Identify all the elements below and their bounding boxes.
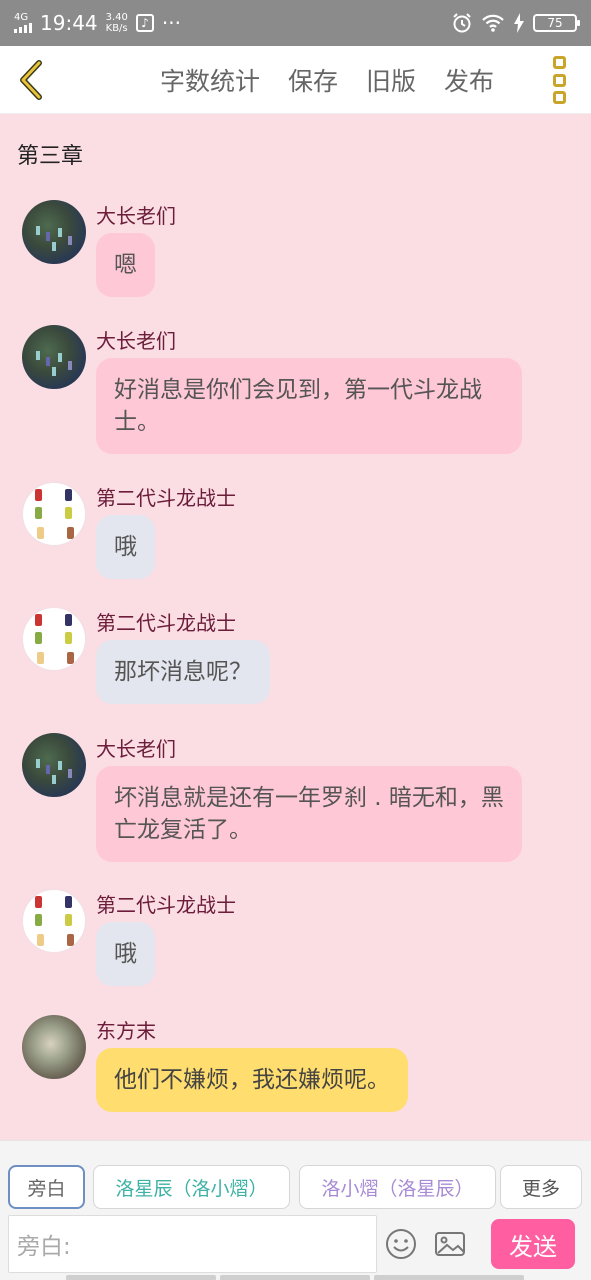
sender-name: 大长老们 bbox=[96, 329, 176, 353]
input-panel: 旁白 洛星辰（洛小熠） 洛小熠（洛星辰） 更多 旁白: 发送 bbox=[0, 1140, 591, 1280]
network-indicator: 4G bbox=[14, 13, 32, 33]
save-button[interactable]: 保存 bbox=[288, 62, 338, 98]
battery-icon: 75 bbox=[533, 14, 580, 32]
avatar[interactable] bbox=[22, 607, 86, 671]
scroll-indicator bbox=[66, 1275, 524, 1280]
avatar[interactable] bbox=[22, 733, 86, 797]
signal-icon bbox=[14, 23, 32, 33]
alarm-icon bbox=[453, 13, 471, 33]
message-bubble[interactable]: 那坏消息呢？ bbox=[96, 640, 270, 704]
sender-name: 第二代斗龙战士 bbox=[96, 611, 236, 635]
sender-name: 第二代斗龙战士 bbox=[96, 486, 236, 510]
role-narrator-button[interactable]: 旁白 bbox=[8, 1165, 85, 1209]
clock: 19:44 bbox=[40, 11, 98, 35]
avatar[interactable] bbox=[22, 200, 86, 264]
sender-name: 大长老们 bbox=[96, 204, 176, 228]
back-button[interactable] bbox=[0, 46, 60, 114]
role-button-luo-xiaoyi[interactable]: 洛小熠（洛星辰） bbox=[299, 1165, 496, 1209]
sender-name: 大长老们 bbox=[96, 737, 176, 761]
role-button-luo-xingchen[interactable]: 洛星辰（洛小熠） bbox=[93, 1165, 290, 1209]
message-bubble[interactable]: 哦 bbox=[96, 515, 155, 579]
net-speed: 3.40 KB/s bbox=[105, 12, 128, 34]
word-count-button[interactable]: 字数统计 bbox=[160, 62, 260, 98]
avatar[interactable] bbox=[22, 1015, 86, 1079]
avatar[interactable] bbox=[22, 325, 86, 389]
more-roles-button[interactable]: 更多 bbox=[500, 1165, 582, 1209]
sender-name: 第二代斗龙战士 bbox=[96, 893, 236, 917]
sender-name: 东方末 bbox=[96, 1019, 156, 1043]
message-bubble[interactable]: 嗯 bbox=[96, 233, 155, 297]
old-version-button[interactable]: 旧版 bbox=[366, 62, 416, 98]
avatar[interactable] bbox=[22, 889, 86, 953]
message-bubble[interactable]: 坏消息就是还有一年罗刹 . 暗无和，黑亡龙复活了。 bbox=[96, 766, 522, 862]
avatar[interactable] bbox=[22, 482, 86, 546]
message-bubble[interactable]: 好消息是你们会见到，第一代斗龙战士。 bbox=[96, 358, 522, 454]
image-icon[interactable] bbox=[433, 1227, 467, 1261]
status-bar: 4G 19:44 3.40 KB/s ♪ ··· 75 bbox=[0, 0, 591, 46]
more-menu-icon[interactable] bbox=[551, 56, 567, 104]
music-icon: ♪ bbox=[135, 14, 154, 32]
send-button[interactable]: 发送 bbox=[491, 1219, 575, 1269]
message-bubble[interactable]: 哦 bbox=[96, 922, 155, 986]
wifi-icon bbox=[482, 14, 504, 32]
chevron-left-icon bbox=[20, 59, 42, 100]
message-bubble[interactable]: 他们不嫌烦，我还嫌烦呢。 bbox=[96, 1048, 408, 1112]
more-status: ··· bbox=[161, 11, 181, 35]
message-input[interactable]: 旁白: bbox=[8, 1215, 377, 1273]
charging-icon bbox=[514, 13, 524, 33]
chapter-title: 第三章 bbox=[17, 144, 84, 169]
toolbar: 字数统计 保存 旧版 发布 bbox=[0, 46, 591, 114]
emoji-icon[interactable] bbox=[384, 1227, 418, 1261]
publish-button[interactable]: 发布 bbox=[444, 62, 494, 98]
